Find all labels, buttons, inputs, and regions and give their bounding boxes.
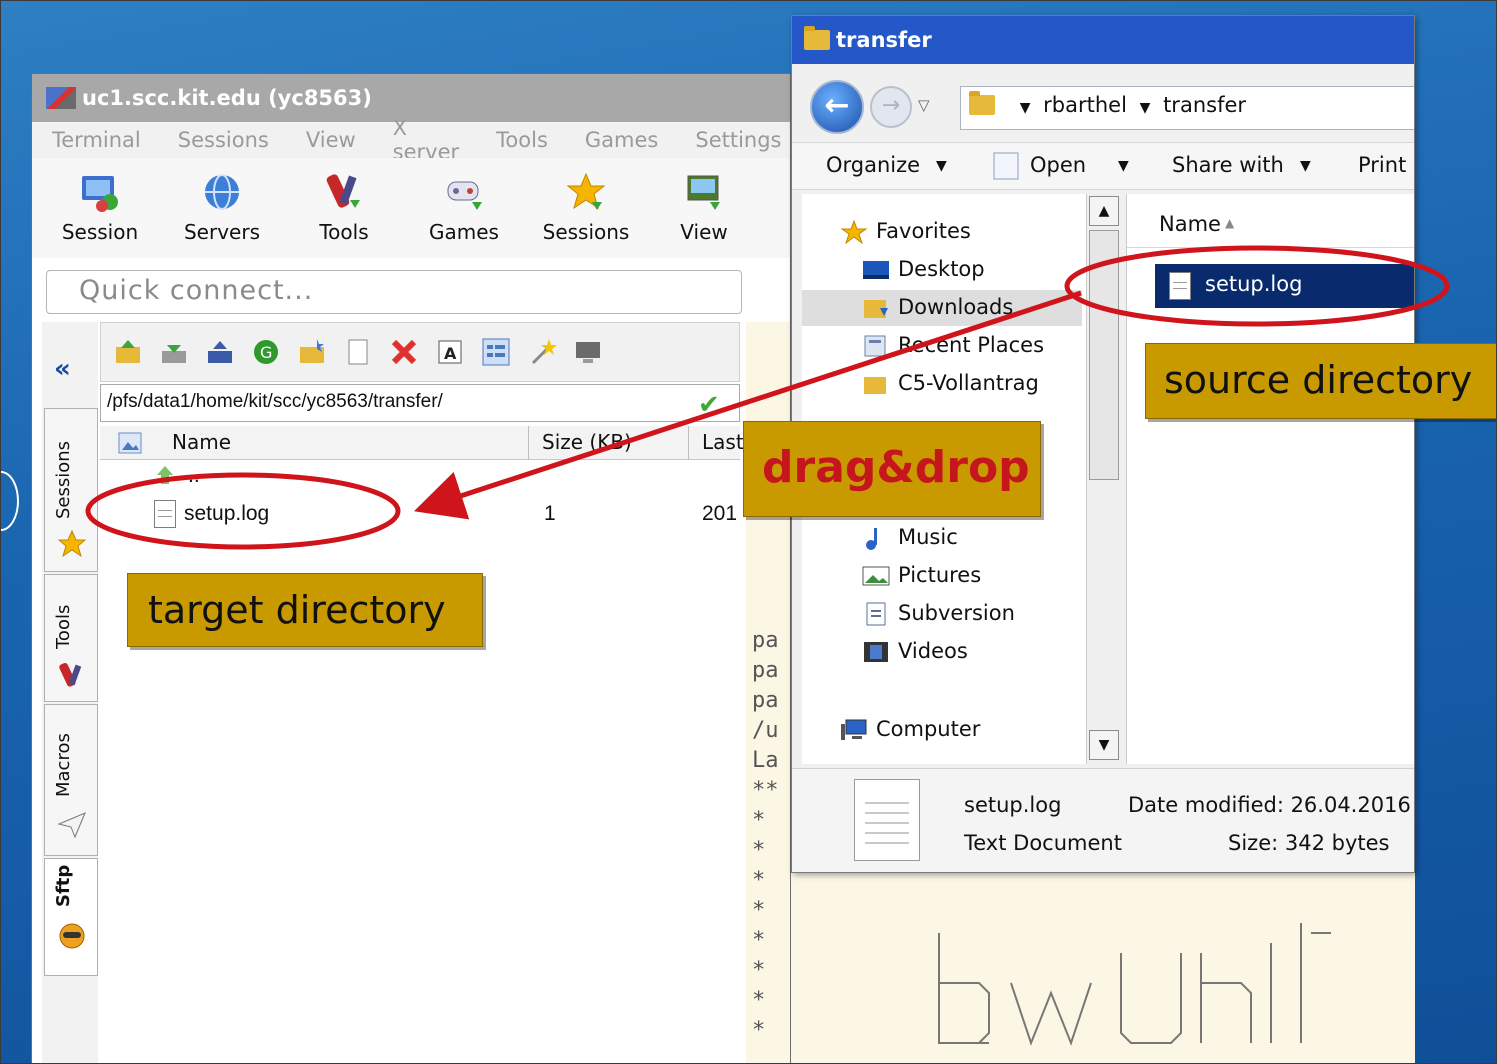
desktop-background: uc1.scc.kit.edu (yc8563) Terminal Sessio… <box>0 0 1497 1064</box>
source-directory-callout: source directory <box>1145 343 1496 419</box>
target-directory-callout: target directory <box>127 573 483 647</box>
target-highlight-ellipse <box>85 472 401 550</box>
annotation-overlay <box>85 245 1450 550</box>
source-highlight-ellipse <box>1064 245 1450 327</box>
drag-drop-callout: drag&drop <box>743 421 1041 517</box>
